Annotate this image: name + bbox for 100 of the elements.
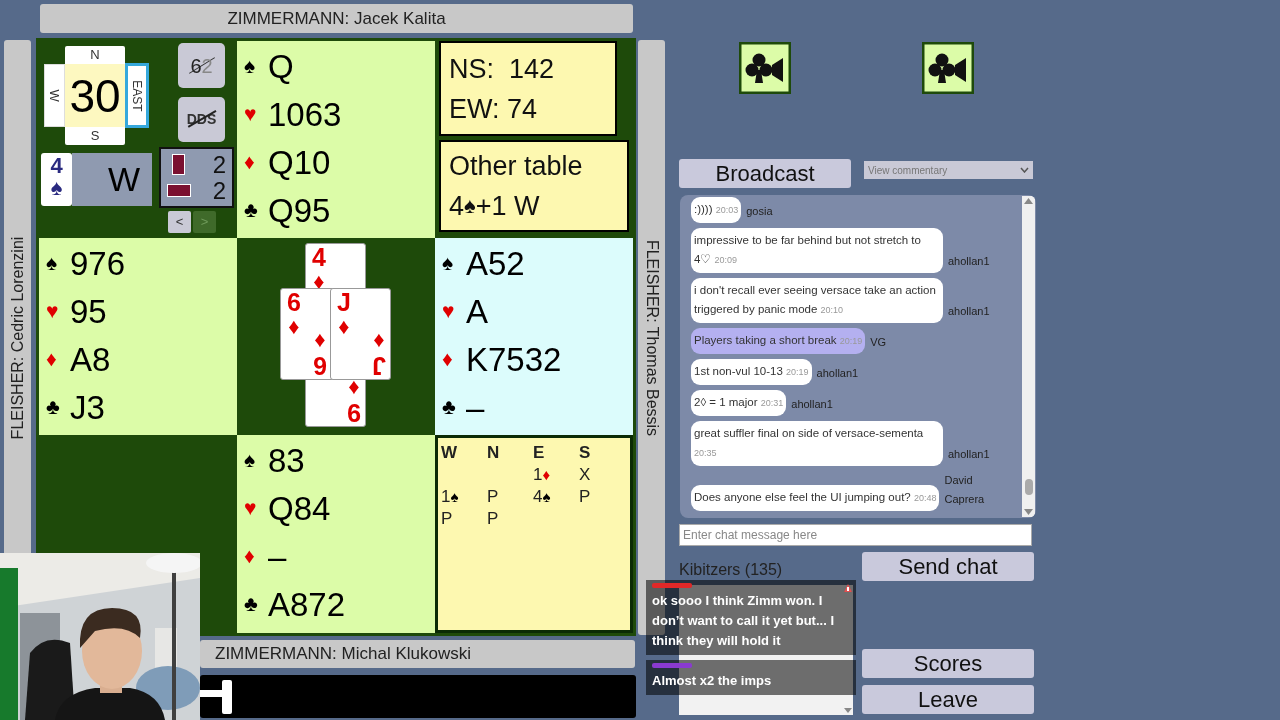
card-holding: K7532 bbox=[466, 342, 562, 376]
bid-text: P bbox=[487, 508, 499, 530]
suit-symbol: ♦ bbox=[373, 329, 385, 353]
card-holding: J3 bbox=[70, 390, 105, 424]
trick-count: 2 bbox=[212, 178, 226, 203]
kibitzers-title: Kibitzers (135) bbox=[679, 560, 784, 580]
scroll-up-icon[interactable] bbox=[1024, 198, 1033, 204]
leave-button[interactable]: Leave bbox=[862, 685, 1034, 714]
other-table-title: Other table bbox=[449, 150, 584, 183]
bid-text: X bbox=[579, 464, 591, 486]
stream-chat-text: ok sooo I think Zimm won. I don’t want to call it yet but... I think they will hold it bbox=[652, 592, 835, 650]
suit-symbol: ♠ bbox=[244, 447, 257, 474]
card-holding: 95 bbox=[70, 294, 107, 328]
suit-symbol: ♣ bbox=[244, 591, 259, 618]
player-name-bar: ZIMMERMANN: Jacek Kalita bbox=[40, 4, 633, 33]
bid-text: 4 bbox=[533, 486, 543, 508]
suit-symbol: ♠ bbox=[450, 487, 459, 507]
suit-symbol: ♥ bbox=[244, 101, 258, 128]
card-rank: 4 bbox=[312, 245, 326, 270]
bid-text: 1 bbox=[533, 464, 543, 486]
send-chat-button[interactable]: Send chat bbox=[862, 552, 1034, 581]
scores-button[interactable]: Scores bbox=[862, 649, 1034, 678]
card-holding: 1063 bbox=[268, 97, 342, 131]
chat-author: ahollan1 bbox=[948, 254, 990, 269]
suit-symbol: ♠ bbox=[244, 53, 257, 80]
suit-symbol: ♦ bbox=[314, 329, 326, 353]
suit-symbol: ♦ bbox=[46, 346, 58, 373]
compass-seat: EAST bbox=[125, 63, 149, 128]
scroll-down-icon[interactable] bbox=[843, 708, 852, 713]
board-number: 30 bbox=[65, 64, 125, 127]
card-icon bbox=[172, 154, 185, 175]
suit-symbol: ♦ bbox=[442, 346, 454, 373]
suit-symbol: ♦ bbox=[244, 149, 256, 176]
card-holding: A8 bbox=[70, 342, 111, 376]
chat-message: great suffler final on side of versace-sementa 20:35 bbox=[691, 421, 943, 466]
chat-author: David Caprera bbox=[944, 473, 986, 507]
badge-icon bbox=[843, 583, 853, 593]
scroll-down-icon[interactable] bbox=[1024, 509, 1033, 515]
bid-header: W bbox=[441, 442, 459, 464]
stream-chat-text: Almost x2 the imps bbox=[652, 672, 773, 690]
bracket-icon bbox=[200, 679, 232, 714]
suit-symbol: ♠ bbox=[542, 487, 551, 507]
scroll-thumb[interactable] bbox=[1024, 479, 1033, 495]
card-holding: Q bbox=[268, 49, 294, 83]
card-rank: 6 bbox=[287, 290, 301, 315]
score-text: EW: 74 bbox=[449, 92, 539, 126]
suit-symbol: ♦ bbox=[542, 465, 551, 485]
card-rank: J bbox=[337, 290, 351, 315]
suit-symbol: ♥ bbox=[442, 298, 456, 325]
card-holding: Q10 bbox=[268, 145, 331, 179]
suit-symbol: ♣ bbox=[244, 197, 259, 224]
bid-text: P bbox=[579, 486, 591, 508]
score-text: NS: 142 bbox=[449, 52, 556, 86]
suit-symbol: ♦ bbox=[348, 376, 360, 400]
player-name-bar: ZIMMERMANN: Michal Klukowski bbox=[200, 640, 635, 668]
chat-author: ahollan1 bbox=[791, 397, 833, 412]
chat-message: impressive to be far behind but not stretch to 4♡ 20:09 bbox=[691, 228, 943, 273]
chat-message: Does anyone else feel the UI jumping out? 20:48 bbox=[691, 485, 940, 511]
bid-header: E bbox=[533, 442, 546, 464]
bid-text: P bbox=[441, 508, 453, 530]
suit-symbol: ♠ bbox=[464, 192, 476, 220]
chat-input[interactable]: Enter chat message here bbox=[679, 524, 1032, 546]
card-holding: Q84 bbox=[268, 491, 331, 525]
suit-symbol: ♦ bbox=[244, 543, 256, 570]
suit-symbol: ♥ bbox=[46, 298, 60, 325]
bid-text: P bbox=[487, 486, 499, 508]
suit-symbol: ♥ bbox=[244, 495, 258, 522]
bid-header: N bbox=[487, 442, 501, 464]
card-holding: A52 bbox=[466, 246, 525, 280]
suit-symbol: ♦ bbox=[313, 270, 325, 294]
trick-count: 2 bbox=[212, 152, 226, 177]
club-camera-icon[interactable] bbox=[739, 42, 791, 94]
card-holding: 83 bbox=[268, 443, 305, 477]
chat-message: i don't recall ever seeing versace take an action triggered by panic mode 20:10 bbox=[691, 278, 943, 323]
compass-seat: W bbox=[44, 64, 65, 127]
compass-seat: S bbox=[86, 127, 104, 145]
suit-symbol: ♠ bbox=[50, 177, 63, 199]
suit-symbol: ♠ bbox=[46, 250, 59, 277]
chat-message: :)))) 20:03 bbox=[691, 197, 742, 223]
card-rank: 9 bbox=[347, 400, 361, 425]
card-holding: Q95 bbox=[268, 193, 331, 227]
card-holding: – bbox=[268, 539, 287, 573]
result-text: +1 W bbox=[475, 190, 540, 223]
broadcast-button[interactable]: Broadcast bbox=[679, 159, 851, 188]
suit-symbol: ♦ bbox=[338, 315, 350, 339]
card-holding: – bbox=[466, 390, 485, 424]
contract-level: 4 bbox=[50, 155, 63, 177]
card-holding: 976 bbox=[70, 246, 126, 280]
card-holding: A bbox=[466, 294, 488, 328]
club-camera-icon[interactable] bbox=[922, 42, 974, 94]
bid-text: 1 bbox=[441, 486, 451, 508]
scrollbar[interactable] bbox=[1022, 196, 1035, 517]
chat-author: ahollan1 bbox=[816, 366, 859, 381]
suit-symbol: ♦ bbox=[288, 315, 300, 339]
chat-message: Players taking a short break 20:19 bbox=[691, 328, 866, 354]
nav-button[interactable]: < bbox=[168, 211, 191, 233]
suit-symbol: ♠ bbox=[442, 250, 455, 277]
card-rank: 6 bbox=[313, 353, 327, 378]
chat-author: gosia bbox=[746, 204, 773, 219]
suit-symbol: ♣ bbox=[442, 394, 457, 421]
